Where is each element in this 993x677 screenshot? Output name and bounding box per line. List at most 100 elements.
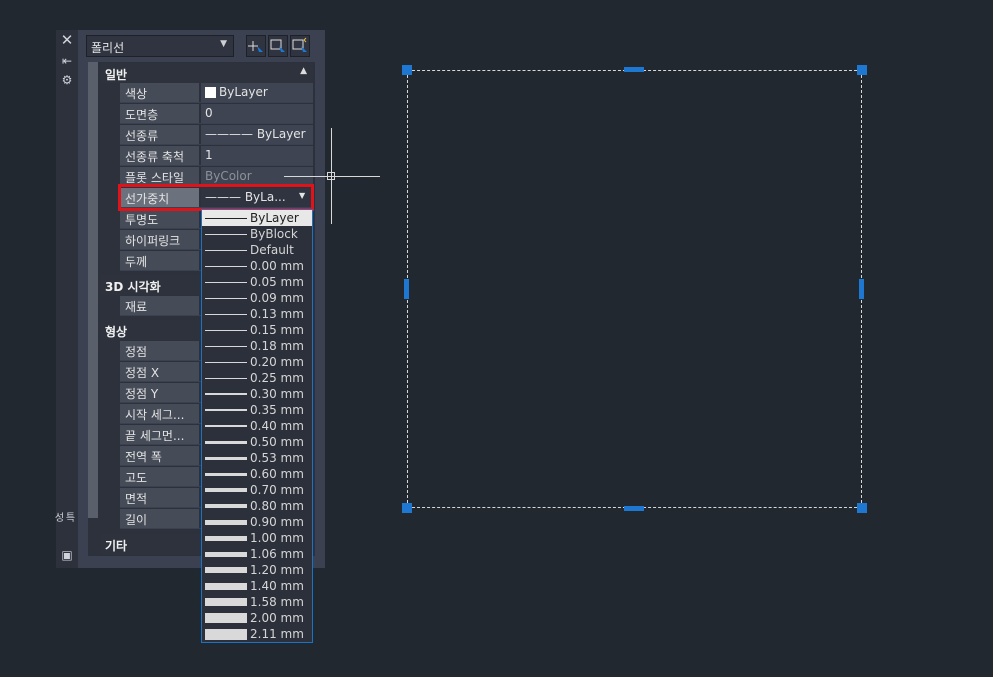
property-label: 정점 [125, 345, 148, 359]
lineweight-option[interactable]: 1.20 mm [202, 562, 312, 578]
lineweight-option[interactable]: 1.40 mm [202, 578, 312, 594]
lineweight-option[interactable]: 2.00 mm [202, 610, 312, 626]
lineweight-option[interactable]: 0.30 mm [202, 386, 312, 402]
lineweight-option-label: 0.18 mm [250, 339, 304, 353]
lineweight-option[interactable]: 1.00 mm [202, 530, 312, 546]
grid-scrollbar[interactable] [88, 62, 98, 518]
property-label: 재료 [125, 300, 148, 314]
property-row-linetype[interactable]: 선종류 ———— ByLayer [120, 125, 313, 145]
property-row-layer[interactable]: 도면층 0 [120, 104, 313, 124]
lineweight-option[interactable]: 0.90 mm [202, 514, 312, 530]
palette-menu-icon[interactable]: ▣ [60, 548, 74, 562]
object-type-select[interactable]: 폴리선 ▼ [86, 35, 234, 57]
lineweight-option-label: 0.09 mm [250, 291, 304, 305]
lineweight-option-label: 1.20 mm [250, 563, 304, 577]
lineweight-sample [205, 330, 247, 331]
property-label: 고도 [125, 471, 148, 485]
lineweight-sample [205, 266, 247, 267]
lineweight-option[interactable]: 0.20 mm [202, 354, 312, 370]
lineweight-option[interactable]: 0.60 mm [202, 466, 312, 482]
lineweight-option-label: 0.00 mm [250, 259, 304, 273]
lineweight-option[interactable]: 0.25 mm [202, 370, 312, 386]
category-misc-label: 기타 [105, 539, 128, 553]
lineweight-option[interactable]: 0.70 mm [202, 482, 312, 498]
lineweight-option-label: 0.13 mm [250, 307, 304, 321]
lineweight-option[interactable]: 0.00 mm [202, 258, 312, 274]
lineweight-option[interactable]: 0.18 mm [202, 338, 312, 354]
property-value: 1 [205, 148, 213, 162]
lineweight-sample [205, 362, 247, 363]
vertex-grip[interactable] [402, 503, 412, 513]
midpoint-grip[interactable] [624, 506, 644, 511]
highlight-box [118, 184, 314, 211]
lineweight-option[interactable]: ByLayer [202, 210, 312, 226]
lineweight-option[interactable]: 0.15 mm [202, 322, 312, 338]
property-label: 길이 [125, 513, 148, 527]
property-row-color[interactable]: 색상 ByLayer [120, 83, 313, 103]
property-label: 도면층 [125, 108, 159, 122]
vertex-grip[interactable] [857, 503, 867, 513]
select-objects-button[interactable] [268, 35, 288, 57]
lineweight-option[interactable]: 0.13 mm [202, 306, 312, 322]
lineweight-option[interactable]: 1.06 mm [202, 546, 312, 562]
category-general[interactable]: 일반 ▲ [101, 63, 313, 83]
lineweight-option[interactable]: 0.50 mm [202, 434, 312, 450]
lineweight-option-label: 1.58 mm [250, 595, 304, 609]
lineweight-option-label: ByBlock [250, 227, 298, 241]
lineweight-option-label: 1.40 mm [250, 579, 304, 593]
category-3d-label: 3D 시각화 [105, 280, 161, 294]
lineweight-sample [205, 234, 247, 235]
lineweight-sample [205, 378, 247, 379]
lineweight-option-label: 1.00 mm [250, 531, 304, 545]
lineweight-sample [205, 298, 247, 299]
lineweight-sample [205, 457, 247, 460]
property-label: 투명도 [125, 213, 159, 227]
lineweight-sample [205, 536, 247, 541]
lineweight-option-label: 0.53 mm [250, 451, 304, 465]
lineweight-option-label: 0.80 mm [250, 499, 304, 513]
lineweight-sample [205, 425, 247, 427]
property-label: 선종류 [125, 129, 159, 143]
auto-hide-icon[interactable]: ⇤ [60, 54, 74, 68]
lineweight-option-label: 1.06 mm [250, 547, 304, 561]
lineweight-option[interactable]: 0.40 mm [202, 418, 312, 434]
gear-icon[interactable]: ⚙ [60, 73, 74, 87]
quick-select-button[interactable] [290, 35, 310, 57]
lineweight-sample [205, 441, 247, 444]
property-row-linetype-scale[interactable]: 선종류 축척 1 [120, 146, 313, 166]
property-label: 전역 폭 [125, 450, 162, 464]
lineweight-sample [205, 346, 247, 347]
property-value: 0 [205, 106, 213, 120]
lineweight-option[interactable]: 0.05 mm [202, 274, 312, 290]
midpoint-grip[interactable] [404, 279, 409, 299]
vertex-grip[interactable] [402, 65, 412, 75]
midpoint-grip[interactable] [624, 67, 644, 72]
property-label: 선종류 축척 [125, 150, 185, 164]
vertex-grip[interactable] [857, 65, 867, 75]
toggle-pickadd-button[interactable] [246, 35, 266, 57]
category-general-label: 일반 [105, 68, 128, 82]
close-icon[interactable]: ✕ [60, 33, 74, 48]
lineweight-option[interactable]: 2.11 mm [202, 626, 312, 642]
property-label: 두께 [125, 255, 148, 269]
lineweight-option[interactable]: ByBlock [202, 226, 312, 242]
lineweight-option[interactable]: Default [202, 242, 312, 258]
lineweight-option[interactable]: 0.35 mm [202, 402, 312, 418]
lineweight-option[interactable]: 0.53 mm [202, 450, 312, 466]
lineweight-dropdown[interactable]: ByLayer ByBlock Default 0.00 mm 0.05 mm 0.09 … [201, 209, 313, 643]
lineweight-sample [205, 473, 247, 476]
lineweight-option-label: 0.90 mm [250, 515, 304, 529]
property-label: 정점 Y [125, 387, 159, 401]
quick-select-icon [292, 37, 307, 52]
palette-title-strip[interactable]: ✕ ⇤ ⚙ 특성 ▣ [52, 30, 78, 568]
lineweight-sample [205, 598, 247, 606]
lineweight-option[interactable]: 1.58 mm [202, 594, 312, 610]
selected-polyline[interactable] [407, 70, 862, 508]
lineweight-option-label: 0.40 mm [250, 419, 304, 433]
midpoint-grip[interactable] [859, 279, 864, 299]
lineweight-option-label: 0.60 mm [250, 467, 304, 481]
property-label: 시작 세그... [125, 408, 185, 422]
lineweight-option[interactable]: 0.09 mm [202, 290, 312, 306]
lineweight-option[interactable]: 0.80 mm [202, 498, 312, 514]
chevron-up-icon[interactable]: ▲ [300, 66, 307, 76]
